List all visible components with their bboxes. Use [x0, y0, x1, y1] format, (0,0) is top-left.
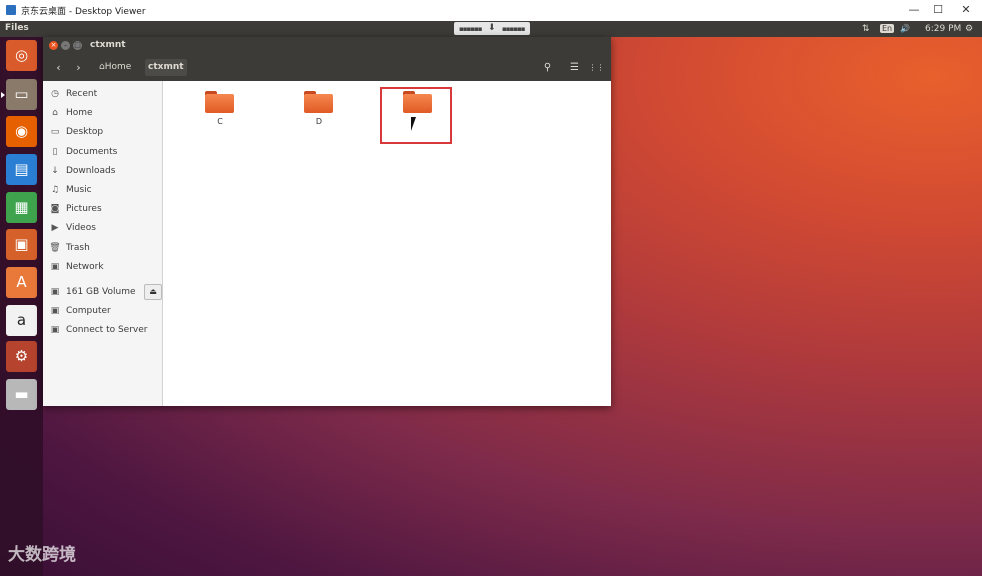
maximize-button[interactable]: ☐ — [930, 3, 946, 17]
system-menu-gear-icon[interactable]: ⚙ — [965, 23, 973, 35]
window-close-icon[interactable]: × — [49, 41, 58, 50]
sidebar: ◷ Recent ⌂ Home ▭ Desktop ▯ Documents ↓ Downloads… — [43, 81, 163, 406]
back-button[interactable]: ‹ — [50, 59, 67, 76]
drive-icon: ▣ — [50, 306, 60, 316]
top-panel: Files ▪▪▪▪▪▪ ⬇ ▪▪▪▪▪▪ ⇅ En 🔊 6:29 PM ⚙ — [0, 21, 982, 37]
launcher: ◎ ▭ ◉ ▤ ▦ ▣ Aa ⚙ ▬ — [0, 37, 43, 576]
window-maximize-icon[interactable]: □ — [73, 41, 82, 50]
handle-grip-left-icon: ▪▪▪▪▪▪ — [459, 25, 482, 33]
window-title: ctxmnt — [90, 40, 126, 50]
ubuntu-dash-icon[interactable]: ◎ — [6, 40, 37, 71]
sidebar-item-recent[interactable]: ◷ Recent — [49, 86, 97, 102]
sidebar-trash-icon: 🗑 — [49, 243, 61, 253]
sidebar-item-home[interactable]: ⌂ Home — [49, 105, 93, 121]
sidebar-home-icon: ⌂ — [52, 108, 58, 118]
sidebar-device-computer[interactable]: ▣ Computer — [49, 303, 111, 319]
sidebar-documents-icon: ▯ — [52, 147, 58, 157]
mouse-cursor-icon — [411, 117, 421, 131]
sidebar-item-desktop[interactable]: ▭ Desktop — [49, 124, 103, 140]
minimize-button[interactable]: — — [906, 3, 922, 17]
folder-name: C — [217, 117, 223, 126]
window-headerbar: × – □ ctxmnt ‹ › ⌂Home ctxmnt ⚲ ☰ ⋮⋮ — [43, 37, 611, 81]
sidebar-item-pictures[interactable]: ◙ Pictures — [49, 201, 102, 217]
amazon-icon[interactable]: a — [6, 305, 37, 336]
folder-icon — [205, 91, 234, 113]
desktop-viewer-icon — [6, 5, 16, 15]
writer-icon[interactable]: ▤ — [6, 154, 37, 185]
keyboard-layout-label: En — [880, 24, 895, 33]
host-window-title: 京东云桌面 - Desktop Viewer — [21, 7, 146, 17]
sidebar-item-label: Downloads — [66, 166, 116, 176]
sidebar-item-label: 161 GB Volume — [66, 287, 136, 297]
sidebar-item-label: Documents — [66, 147, 118, 157]
sidebar-device-161-gb-volume[interactable]: ▣ 161 GB Volume — [49, 284, 136, 300]
keyboard-layout-indicator[interactable]: En — [880, 23, 895, 35]
sidebar-music-icon: ♫ — [50, 185, 60, 195]
folder-item[interactable]: D — [299, 83, 339, 127]
handle-grip-right-icon: ▪▪▪▪▪▪ — [502, 25, 525, 33]
sidebar-item-label: Trash — [66, 243, 90, 253]
file-manager-window: × – □ ctxmnt ‹ › ⌂Home ctxmnt ⚲ ☰ ⋮⋮ ◷ Re… — [43, 37, 611, 406]
highlight-rectangle — [380, 87, 452, 144]
sidebar-item-label: Pictures — [66, 204, 102, 214]
folder-item[interactable]: C — [200, 83, 240, 127]
sidebar-videos-icon: ▶ — [51, 223, 59, 233]
sidebar-downloads-icon: ↓ — [51, 166, 59, 176]
drive-icon: ▣ — [50, 325, 60, 335]
sidebar-item-label: Music — [66, 185, 92, 195]
calc-icon[interactable]: ▦ — [6, 192, 37, 223]
folder-icon — [304, 91, 333, 113]
sidebar-item-music[interactable]: ♫ Music — [49, 182, 92, 198]
drive-icon: ▣ — [50, 287, 60, 297]
network-icon[interactable]: ⇅ — [862, 23, 870, 35]
sidebar-network-icon: ▣ — [50, 262, 60, 272]
sidebar-item-videos[interactable]: ▶ Videos — [49, 220, 96, 236]
breadcrumb-current[interactable]: ctxmnt — [145, 59, 187, 76]
sidebar-pictures-icon: ◙ — [50, 204, 60, 214]
software-center-icon[interactable]: A — [6, 267, 37, 298]
sidebar-device-connect-to-server[interactable]: ▣ Connect to Server — [49, 322, 148, 338]
folder-body — [205, 94, 234, 113]
search-icon[interactable]: ⚲ — [539, 59, 556, 76]
sidebar-item-label: Home — [66, 108, 93, 118]
sidebar-item-label: Videos — [66, 223, 96, 233]
sidebar-item-label: Connect to Server — [66, 325, 148, 335]
eject-icon[interactable]: ⏏ — [144, 284, 162, 300]
sidebar-desktop-icon: ▭ — [50, 127, 60, 137]
volume-icon[interactable]: 🔊 — [900, 23, 910, 35]
watermark: 大数跨境 — [8, 545, 76, 565]
sidebar-item-label: Recent — [66, 89, 98, 99]
folder-body — [304, 94, 333, 113]
folder-name: D — [315, 117, 323, 126]
handle-arrow-down-icon: ⬇ — [488, 23, 495, 33]
sidebar-item-label: Desktop — [66, 127, 104, 137]
list-view-icon[interactable]: ☰ — [566, 59, 583, 76]
clock[interactable]: 6:29 PM — [925, 23, 961, 35]
sidebar-item-label: Network — [66, 262, 104, 272]
system-settings-icon[interactable]: ⚙ — [6, 341, 37, 372]
firefox-icon[interactable]: ◉ — [6, 116, 37, 147]
active-app-indicator — [1, 92, 5, 98]
host-window-titlebar: 京东云桌面 - Desktop Viewer — ☐ ✕ — [0, 0, 982, 22]
sidebar-item-downloads[interactable]: ↓ Downloads — [49, 163, 115, 179]
sidebar-recent-icon: ◷ — [51, 89, 59, 99]
sidebar-item-documents[interactable]: ▯ Documents — [49, 144, 118, 160]
window-minimize-icon[interactable]: – — [61, 41, 70, 50]
close-button[interactable]: ✕ — [958, 3, 974, 17]
sidebar-item-trash[interactable]: 🗑 Trash — [49, 240, 90, 256]
active-app-name: Files — [5, 23, 29, 33]
drive-icon[interactable]: ▬ — [6, 379, 37, 410]
viewer-toolbar-handle[interactable]: ▪▪▪▪▪▪ ⬇ ▪▪▪▪▪▪ — [454, 22, 530, 35]
grid-view-icon[interactable]: ⋮⋮ — [588, 59, 605, 76]
sidebar-item-label: Computer — [66, 306, 111, 316]
files-icon[interactable]: ▭ — [6, 79, 37, 110]
impress-icon[interactable]: ▣ — [6, 229, 37, 260]
sidebar-item-network[interactable]: ▣ Network — [49, 259, 104, 275]
breadcrumb-home-label: Home — [104, 62, 132, 72]
breadcrumb-home[interactable]: ⌂Home — [96, 59, 134, 76]
forward-button[interactable]: › — [70, 59, 87, 76]
